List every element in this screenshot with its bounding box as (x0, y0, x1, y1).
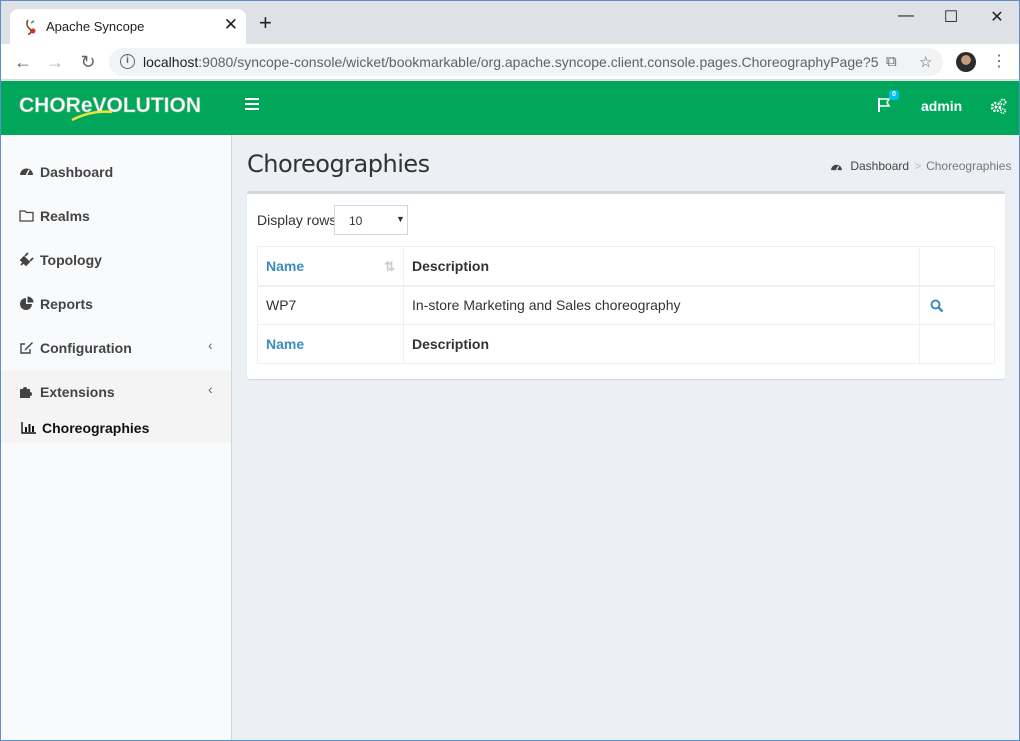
sidebar-item-label: Topology (40, 252, 102, 268)
new-tab-icon[interactable]: + (259, 12, 272, 34)
display-rows-label: Display rows (257, 212, 337, 228)
edit-icon (20, 342, 33, 354)
display-rows-select[interactable]: 10 ▼ (334, 205, 408, 235)
dashboard-icon (20, 168, 33, 176)
sidebar-item-topology[interactable]: Topology (1, 238, 231, 282)
breadcrumb-dashboard-link[interactable]: Dashboard (850, 159, 909, 173)
breadcrumb: Dashboard > Choreographies (830, 159, 1011, 173)
close-window-icon[interactable]: ✕ (987, 7, 1007, 27)
plug-icon (19, 252, 34, 267)
actions-cell (919, 285, 995, 325)
sidebar-toggle-icon[interactable] (245, 98, 259, 110)
notification-badge: 0 (889, 90, 899, 100)
back-icon[interactable]: ← (12, 51, 34, 73)
cogs-icon[interactable] (989, 97, 1007, 115)
browser-toolbar: ← → ↻ i localhost:9080/syncope-console/w… (1, 44, 1019, 80)
sort-icon[interactable]: ⇅ (384, 259, 395, 275)
notifications-flag-icon[interactable] (877, 97, 891, 113)
table-header-row: Name ⇅ Description (257, 246, 995, 287)
syncope-favicon-icon (26, 19, 36, 35)
chevron-left-icon: ‹ (208, 337, 213, 353)
choreography-description-cell: In-store Marketing and Sales choreograph… (403, 285, 920, 325)
description-column-header: Description (403, 246, 920, 287)
translate-icon[interactable]: ⧉ (886, 53, 897, 70)
tab-strip: Apache Syncope ✕ + — ☐ ✕ (1, 1, 1019, 44)
sidebar-item-label: Realms (40, 208, 90, 224)
dashboard-icon (831, 164, 842, 171)
folder-icon (19, 210, 34, 222)
chevron-left-icon: ‹ (208, 381, 213, 397)
tab-close-icon[interactable]: ✕ (224, 15, 238, 35)
browser-tab[interactable]: Apache Syncope ✕ (10, 9, 246, 44)
site-info-icon[interactable]: i (120, 54, 135, 69)
user-menu[interactable]: admin (921, 98, 962, 114)
tab-title: Apache Syncope (46, 19, 145, 34)
sidebar-item-label: Dashboard (40, 164, 114, 180)
dropdown-arrow-icon: ▼ (396, 214, 405, 224)
minimize-icon[interactable]: — (896, 7, 916, 25)
sidebar-subitem-label: Choreographies (42, 420, 150, 436)
reload-icon[interactable]: ↻ (77, 51, 99, 73)
actions-column-header (919, 246, 995, 287)
table-footer-row: Name Description (257, 324, 995, 364)
forward-icon[interactable]: → (44, 51, 66, 73)
description-column-footer: Description (403, 324, 920, 364)
page-title: Choreographies (247, 150, 430, 178)
sidebar-item-label: Extensions (40, 384, 115, 400)
sidebar-item-realms[interactable]: Realms (1, 194, 231, 238)
app-area: CHOReVOLUTION 0 admin Dashboard Realms T… (1, 81, 1019, 740)
bookmark-star-icon[interactable]: ☆ (919, 53, 932, 71)
sidebar-item-configuration[interactable]: Configuration ‹ (1, 326, 231, 370)
table-row: WP7 In-store Marketing and Sales choreog… (257, 285, 995, 325)
pie-chart-icon (20, 296, 34, 310)
choreographies-table: Name ⇅ Description WP7 In-store Marketing… (257, 246, 995, 364)
address-bar[interactable]: i localhost:9080/syncope-console/wicket/… (109, 48, 943, 76)
browser-menu-icon[interactable]: ⋮ (991, 51, 1007, 71)
logo-wordmark: CHOReVOLUTION (19, 94, 201, 117)
sidebar-item-label: Configuration (40, 340, 132, 356)
url-text: localhost:9080/syncope-console/wicket/bo… (143, 54, 879, 70)
name-column-header[interactable]: Name ⇅ (257, 246, 404, 287)
sidebar: Dashboard Realms Topology Reports Config… (1, 135, 232, 740)
breadcrumb-separator: > (914, 159, 922, 173)
sidebar-subitem-choreographies[interactable]: Choreographies (1, 414, 231, 443)
name-column-footer[interactable]: Name (257, 324, 404, 364)
sidebar-item-extensions[interactable]: Extensions ‹ (1, 370, 231, 414)
actions-column-footer (919, 324, 995, 364)
sidebar-item-reports[interactable]: Reports (1, 282, 231, 326)
bar-chart-icon (21, 422, 36, 434)
choreographies-box: Display rows 10 ▼ Name ⇅ Description WP7 … (247, 191, 1005, 379)
search-icon[interactable] (930, 299, 944, 313)
profile-avatar[interactable] (956, 52, 976, 72)
chorevolution-logo[interactable]: CHOReVOLUTION (17, 90, 217, 126)
browser-window: Apache Syncope ✕ + — ☐ ✕ ← → ↻ i localho… (0, 0, 1020, 741)
app-header: CHOReVOLUTION 0 admin (1, 81, 1019, 135)
breadcrumb-current: Choreographies (926, 159, 1012, 173)
puzzle-icon (20, 387, 32, 398)
sidebar-item-label: Reports (40, 296, 93, 312)
display-rows-value: 10 (349, 214, 363, 228)
maximize-icon[interactable]: ☐ (941, 7, 961, 27)
choreography-name-cell: WP7 (257, 285, 404, 325)
sidebar-item-dashboard[interactable]: Dashboard (1, 150, 231, 194)
